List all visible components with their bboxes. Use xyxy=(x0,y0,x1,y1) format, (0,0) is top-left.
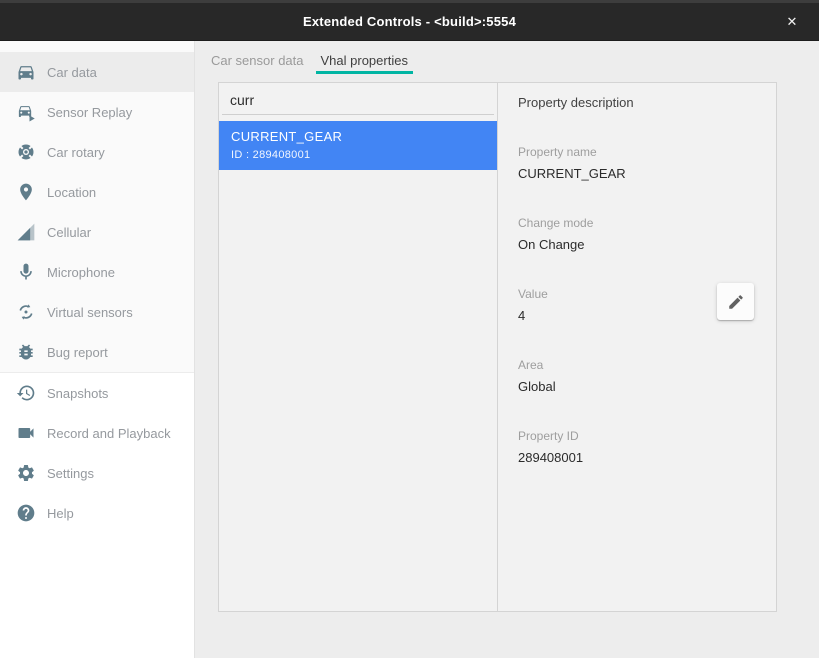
sidebar-item-sensor-replay[interactable]: Sensor Replay xyxy=(0,92,194,132)
field-change-mode: Change mode On Change xyxy=(518,216,776,253)
sidebar-item-label: Car data xyxy=(47,65,97,80)
property-name-text: CURRENT_GEAR xyxy=(231,129,485,144)
property-list: CURRENT_GEAR ID : 289408001 xyxy=(219,121,497,170)
window-title: Extended Controls - <build>:5554 xyxy=(303,14,516,29)
property-description-column: Property description Property name CURRE… xyxy=(498,83,776,611)
sidebar-item-label: Bug report xyxy=(47,345,108,360)
search-field-wrap xyxy=(222,83,494,115)
sidebar-item-snapshots[interactable]: Snapshots xyxy=(0,373,194,413)
field-property-id: Property ID 289408001 xyxy=(518,429,776,466)
sidebar-item-microphone[interactable]: Microphone xyxy=(0,252,194,292)
pencil-icon xyxy=(727,293,745,311)
sidebar-item-label: Record and Playback xyxy=(47,426,171,441)
car-icon xyxy=(14,60,38,84)
gear-icon xyxy=(14,461,38,485)
sidebar-item-record-playback[interactable]: Record and Playback xyxy=(0,413,194,453)
rotation-icon xyxy=(14,300,38,324)
sidebar: Car data Sensor Replay Car rotary Locati… xyxy=(0,41,195,658)
property-id-text: ID : 289408001 xyxy=(231,149,485,161)
edit-value-button[interactable] xyxy=(717,283,754,320)
field-label: Property ID xyxy=(518,429,776,444)
sidebar-item-label: Settings xyxy=(47,466,94,481)
sidebar-item-label: Cellular xyxy=(47,225,91,240)
history-icon xyxy=(14,381,38,405)
bug-icon xyxy=(14,340,38,364)
location-pin-icon xyxy=(14,180,38,204)
field-value: 289408001 xyxy=(518,450,776,466)
rotary-controller-icon xyxy=(14,140,38,164)
property-list-column: CURRENT_GEAR ID : 289408001 xyxy=(219,83,498,611)
field-label: Change mode xyxy=(518,216,776,231)
field-label: Property name xyxy=(518,145,776,160)
field-value: Global xyxy=(518,379,776,395)
sidebar-section-secondary: Snapshots Record and Playback Settings H… xyxy=(0,373,194,533)
sidebar-item-cellular[interactable]: Cellular xyxy=(0,212,194,252)
videocam-icon xyxy=(14,421,38,445)
field-area: Area Global xyxy=(518,358,776,395)
close-icon[interactable]: ✕ xyxy=(777,3,807,41)
details-header: Property description xyxy=(518,95,776,111)
vhal-properties-panel: CURRENT_GEAR ID : 289408001 Property des… xyxy=(218,82,777,612)
sidebar-item-location[interactable]: Location xyxy=(0,172,194,212)
tab-car-sensor-data[interactable]: Car sensor data xyxy=(206,49,309,74)
sidebar-item-label: Help xyxy=(47,506,74,521)
list-item-current-gear[interactable]: CURRENT_GEAR ID : 289408001 xyxy=(219,121,497,170)
titlebar: Extended Controls - <build>:5554 ✕ xyxy=(0,0,819,41)
cellular-signal-icon xyxy=(14,220,38,244)
sidebar-item-label: Microphone xyxy=(47,265,115,280)
field-property-name: Property name CURRENT_GEAR xyxy=(518,145,776,182)
sidebar-item-settings[interactable]: Settings xyxy=(0,453,194,493)
content-area: Car sensor data Vhal properties CURRENT_… xyxy=(195,41,819,658)
field-value: CURRENT_GEAR xyxy=(518,166,776,182)
sidebar-item-bug-report[interactable]: Bug report xyxy=(0,332,194,372)
sidebar-section-main: Car data Sensor Replay Car rotary Locati… xyxy=(0,41,194,372)
sidebar-item-label: Location xyxy=(47,185,96,200)
sidebar-item-label: Sensor Replay xyxy=(47,105,132,120)
sidebar-item-help[interactable]: Help xyxy=(0,493,194,533)
sidebar-item-label: Car rotary xyxy=(47,145,105,160)
sidebar-item-virtual-sensors[interactable]: Virtual sensors xyxy=(0,292,194,332)
field-label: Area xyxy=(518,358,776,373)
window-body: Car data Sensor Replay Car rotary Locati… xyxy=(0,41,819,658)
car-replay-icon xyxy=(14,100,38,124)
microphone-icon xyxy=(14,260,38,284)
sidebar-item-car-rotary[interactable]: Car rotary xyxy=(0,132,194,172)
sidebar-item-car-data[interactable]: Car data xyxy=(0,52,194,92)
help-icon xyxy=(14,501,38,525)
sidebar-item-label: Snapshots xyxy=(47,386,108,401)
tab-bar: Car sensor data Vhal properties xyxy=(195,41,819,74)
property-search-input[interactable] xyxy=(222,83,494,114)
tab-vhal-properties[interactable]: Vhal properties xyxy=(316,49,413,74)
field-value: On Change xyxy=(518,237,776,253)
sidebar-item-label: Virtual sensors xyxy=(47,305,133,320)
